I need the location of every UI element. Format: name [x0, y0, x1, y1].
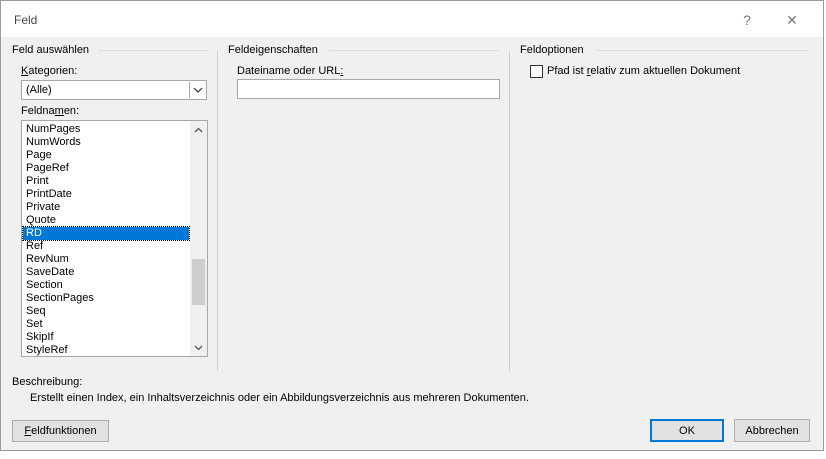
scrollbar-thumb[interactable] [192, 259, 205, 305]
filename-input[interactable] [237, 79, 500, 99]
fieldnames-list[interactable]: NumPages NumWords Page PageRef Print PrintDat… [21, 120, 208, 357]
relative-path-label[interactable]: Pfad ist relativ zum aktuellen Dokument [547, 65, 740, 77]
field-codes-button[interactable]: Feldfunktionen [12, 420, 109, 442]
filename-label: Dateiname oder URL: [237, 65, 344, 77]
options-group-title: Feldoptionen [520, 44, 584, 56]
column-divider [509, 51, 510, 371]
list-item[interactable]: Seq [23, 305, 189, 318]
list-item[interactable]: Section [23, 279, 189, 292]
list-item[interactable]: Page [23, 149, 189, 162]
list-item[interactable]: Private [23, 201, 189, 214]
list-item[interactable]: Set [23, 318, 189, 331]
list-scrollbar[interactable] [190, 121, 207, 356]
help-button[interactable]: ? [729, 7, 765, 33]
list-item[interactable]: PrintDate [23, 188, 189, 201]
field-dialog: Feld ? ✕ Feld auswählen Kategorien: (All… [0, 0, 824, 451]
categories-dropdown[interactable]: (Alle) [21, 80, 207, 100]
relative-path-checkbox[interactable] [530, 65, 543, 78]
cancel-label: Abbrechen [745, 424, 799, 437]
chevron-down-icon[interactable] [189, 82, 205, 98]
group-divider [596, 50, 808, 51]
categories-value: (Alle) [26, 84, 52, 96]
list-item[interactable]: PageRef [23, 162, 189, 175]
list-item[interactable]: Ref [23, 240, 189, 253]
fieldnames-label: Feldnamen: [21, 105, 80, 117]
list-item[interactable]: RevNum [23, 253, 189, 266]
categories-label: Kategorien: [21, 65, 78, 77]
ok-button[interactable]: OK [650, 419, 724, 442]
title-bar: Feld ? ✕ [1, 1, 823, 37]
list-item[interactable]: RD [22, 226, 190, 241]
list-item[interactable]: StyleRef [23, 344, 189, 356]
field-select-group-title: Feld auswählen [12, 44, 90, 56]
list-item[interactable]: SaveDate [23, 266, 189, 279]
list-item[interactable]: NumWords [23, 136, 189, 149]
scroll-down-icon[interactable] [190, 339, 207, 356]
group-divider [98, 50, 208, 51]
field-codes-label: Feldfunktionen [24, 425, 97, 437]
properties-group-title: Feldeigenschaften [228, 44, 318, 56]
group-divider [329, 50, 499, 51]
list-item[interactable]: Quote [23, 214, 189, 227]
description-label: Beschreibung: [12, 376, 83, 388]
column-divider [217, 51, 218, 371]
close-icon: ✕ [786, 11, 798, 28]
dialog-title: Feld [14, 13, 38, 27]
close-button[interactable]: ✕ [774, 7, 810, 33]
list-item[interactable]: NumPages [23, 123, 189, 136]
list-item[interactable]: SkipIf [23, 331, 189, 344]
ok-label: OK [679, 424, 695, 437]
help-icon: ? [743, 12, 751, 28]
list-item[interactable]: SectionPages [23, 292, 189, 305]
list-item[interactable]: Print [23, 175, 189, 188]
cancel-button[interactable]: Abbrechen [734, 419, 810, 442]
scroll-up-icon[interactable] [190, 121, 207, 138]
description-text: Erstellt einen Index, ein Inhaltsverzeic… [30, 392, 529, 404]
